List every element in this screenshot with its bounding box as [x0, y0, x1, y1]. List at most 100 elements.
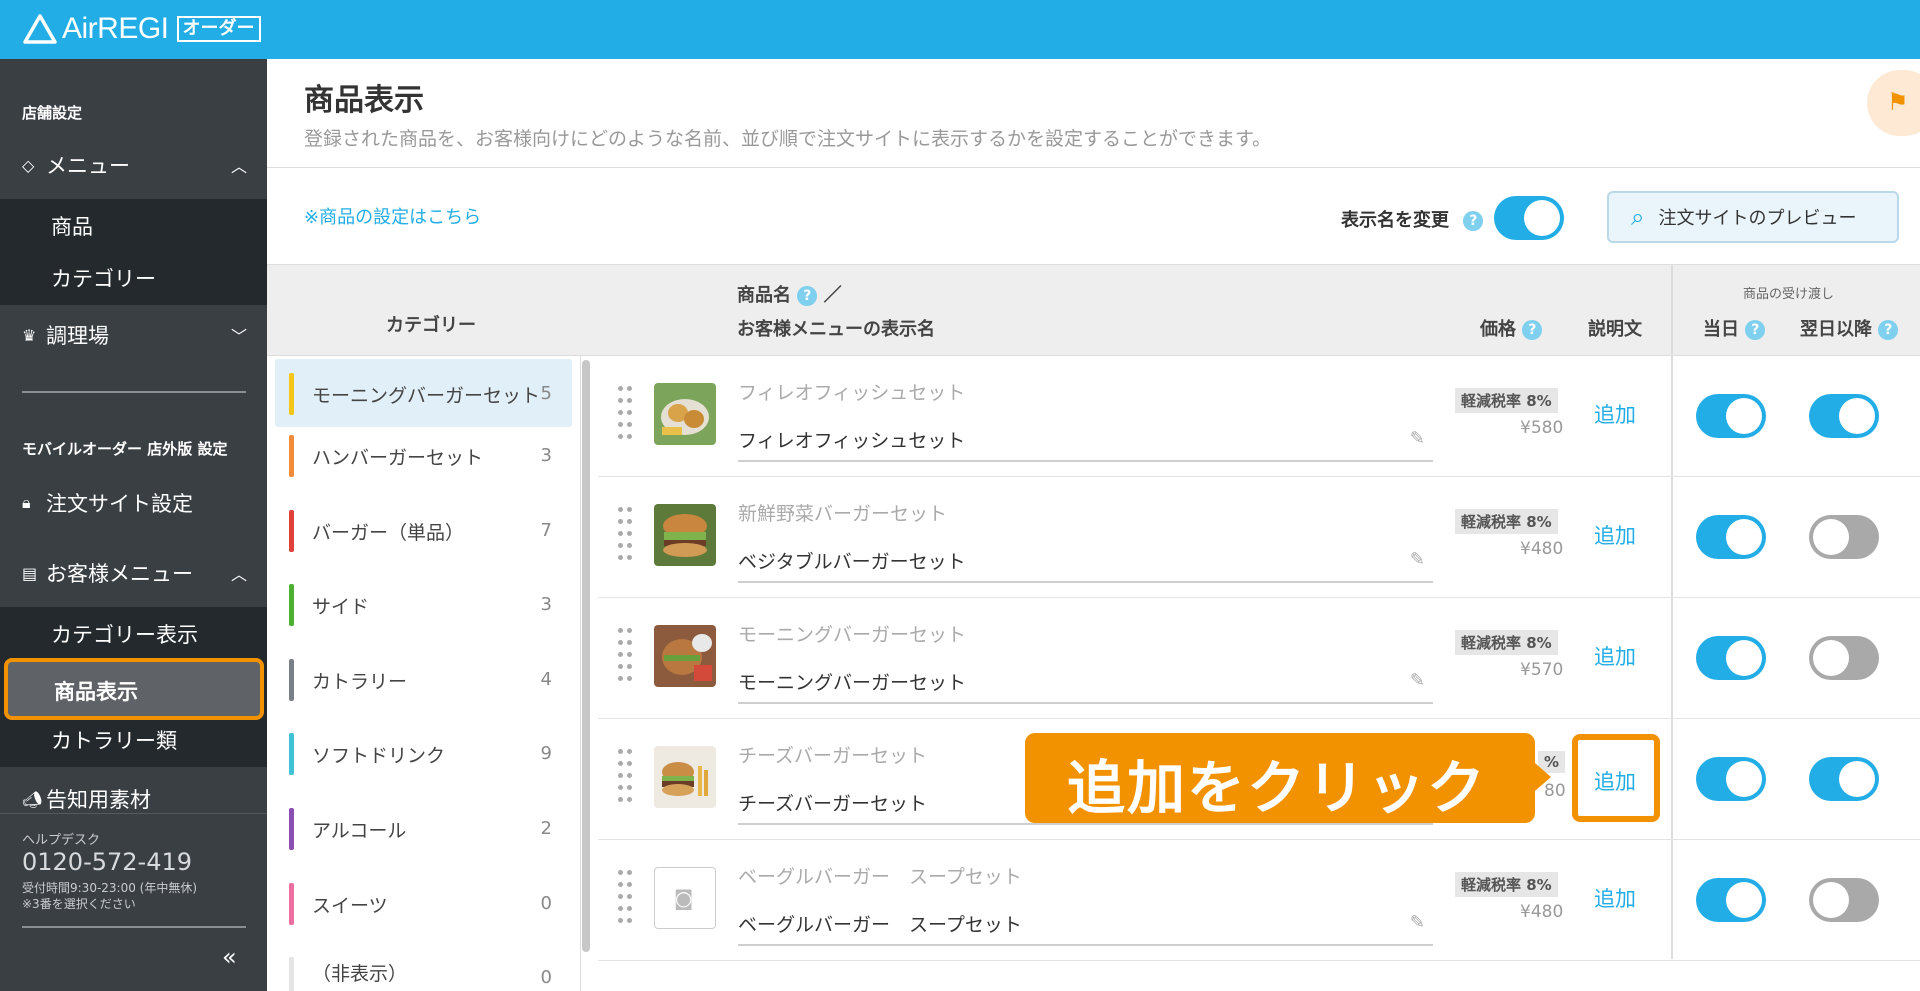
same-day-toggle[interactable]: [1696, 515, 1766, 559]
sidebar-item-cutlery[interactable]: カトラリー類: [51, 725, 177, 755]
next-day-toggle[interactable]: [1809, 636, 1879, 680]
price: ¥570: [1520, 660, 1564, 680]
drag-handle-icon[interactable]: [618, 870, 634, 926]
sidebar-item-label: 商品表示: [54, 680, 138, 704]
next-day-header-text: 翌日以降: [1800, 319, 1872, 340]
price: ¥580: [1520, 418, 1564, 438]
display-name-input[interactable]: モーニングバーガーセット ✎: [738, 668, 1433, 704]
category-item[interactable]: モーニングバーガーセット 5: [275, 359, 572, 427]
next-day-toggle[interactable]: [1809, 878, 1879, 922]
category-item[interactable]: カトラリー 4: [275, 645, 572, 713]
product-settings-link[interactable]: ※商品の設定はこちら: [304, 203, 481, 229]
category-item[interactable]: サイド 3: [275, 570, 572, 638]
category-count: 3: [540, 594, 552, 615]
megaphone-icon: 📣︎: [22, 789, 43, 809]
display-name-input[interactable]: ベジタブルバーガーセット ✎: [738, 547, 1433, 583]
callout-arrow: [1535, 763, 1551, 791]
category-name: （非表示）: [312, 963, 408, 985]
top-bar: AirREGI オーダー: [0, 0, 1920, 59]
category-color-bar: [289, 584, 294, 626]
help-icon[interactable]: ?: [1878, 320, 1899, 340]
category-item[interactable]: ソフトドリンク 9: [275, 719, 572, 787]
sidebar-item-order-site[interactable]: 🔒︎ 注文サイト設定: [22, 483, 247, 523]
category-name: ソフトドリンク: [312, 745, 446, 767]
category-color-bar: [289, 373, 294, 415]
drag-handle-icon[interactable]: [618, 749, 634, 805]
collapse-sidebar-icon[interactable]: «: [222, 943, 237, 971]
table-row: フィレオフィッシュセット フィレオフィッシュセット ✎ 軽減税率 8% ¥580…: [598, 356, 1920, 477]
add-description-link[interactable]: 追加: [1594, 641, 1636, 671]
tax-badge: 軽減税率 8%: [1455, 509, 1558, 534]
help-icon[interactable]: ?: [797, 286, 818, 306]
category-item[interactable]: （非表示） 0: [275, 943, 572, 991]
help-icon[interactable]: ?: [1745, 320, 1766, 340]
sidebar-item-product-display[interactable]: 商品表示: [4, 658, 264, 720]
tax-badge: 軽減税率 8%: [1455, 388, 1558, 413]
name-change-label: 表示名を変更 ?: [1341, 206, 1484, 232]
category-list: モーニングバーガーセット 5 ハンバーガーセット 3 バーガー（単品） 7 サイ…: [267, 356, 581, 991]
app-logo[interactable]: AirREGI オーダー: [22, 12, 261, 46]
sidebar-item-menu[interactable]: ◇ メニュー ︿: [22, 145, 247, 185]
sidebar: 店舗設定 ◇ メニュー ︿ 商品 カテゴリー ♛ 調理場 ﹀ モバイルオーダー …: [0, 59, 267, 991]
display-name-input[interactable]: ベーグルバーガー スープセット ✎: [738, 910, 1433, 946]
fish-burger-photo: [654, 383, 716, 445]
sidebar-item-products[interactable]: 商品: [51, 211, 93, 241]
add-description-link-highlighted[interactable]: 追加: [1572, 734, 1660, 822]
add-description-link[interactable]: 追加: [1594, 883, 1636, 913]
category-color-bar: [289, 659, 294, 701]
triangle-logo-icon: [23, 14, 57, 44]
sidebar-divider: [22, 391, 246, 393]
sidebar-item-categories[interactable]: カテゴリー: [51, 263, 156, 293]
column-header-same-day: 当日 ?: [1703, 315, 1766, 341]
category-item[interactable]: スイーツ 0: [275, 869, 572, 937]
drag-handle-icon[interactable]: [618, 628, 634, 684]
table-row: 新鮮野菜バーガーセット ベジタブルバーガーセット ✎ 軽減税率 8% ¥480 …: [598, 477, 1920, 598]
same-day-toggle[interactable]: [1696, 636, 1766, 680]
same-day-toggle[interactable]: [1696, 878, 1766, 922]
help-title: ヘルプデスク: [22, 833, 101, 848]
category-count: 2: [540, 818, 552, 839]
order-site-preview-button[interactable]: ⌕ 注文サイトのプレビュー: [1607, 191, 1899, 243]
next-day-toggle[interactable]: [1809, 757, 1879, 801]
category-item[interactable]: ハンバーガーセット 3: [275, 421, 572, 489]
category-item[interactable]: バーガー（単品） 7: [275, 496, 572, 564]
logo-badge: オーダー: [176, 16, 261, 42]
next-day-toggle[interactable]: [1809, 394, 1879, 438]
display-name-value: フィレオフィッシュセット: [738, 430, 966, 452]
product-image[interactable]: [654, 625, 716, 687]
flag-button[interactable]: ⚑: [1867, 70, 1920, 136]
category-name: モーニングバーガーセット: [312, 385, 541, 407]
sidebar-item-customer-menu[interactable]: ▤ お客様メニュー ︿: [22, 553, 247, 593]
product-image[interactable]: [654, 504, 716, 566]
add-description-link[interactable]: 追加: [1594, 399, 1636, 429]
same-day-toggle[interactable]: [1696, 394, 1766, 438]
chef-hat-icon: ♛: [22, 325, 37, 345]
help-icon[interactable]: ?: [1522, 320, 1543, 340]
product-image-placeholder[interactable]: ◙: [654, 867, 716, 929]
same-day-toggle[interactable]: [1696, 757, 1766, 801]
column-header-product-name: 商品名 ? ／: [737, 281, 842, 307]
help-icon[interactable]: ?: [1463, 211, 1484, 231]
drag-handle-icon[interactable]: [618, 507, 634, 563]
preview-button-label: 注文サイトのプレビュー: [1658, 208, 1857, 229]
sidebar-item-kitchen[interactable]: ♛ 調理場 ﹀: [22, 315, 247, 355]
same-day-header-text: 当日: [1703, 319, 1739, 340]
category-scrollbar[interactable]: [582, 360, 590, 952]
product-image[interactable]: [654, 383, 716, 445]
product-image[interactable]: [654, 746, 716, 808]
add-link-label: 追加: [1594, 770, 1636, 794]
display-name-input[interactable]: フィレオフィッシュセット ✎: [738, 426, 1433, 462]
column-group-delivery: 商品の受け渡し: [1743, 287, 1835, 302]
add-description-link[interactable]: 追加: [1594, 520, 1636, 550]
sidebar-item-label: 告知用素材: [46, 788, 151, 812]
sidebar-item-category-display[interactable]: カテゴリー表示: [51, 619, 198, 649]
next-day-toggle[interactable]: [1809, 515, 1879, 559]
column-header-description: 説明文: [1588, 319, 1642, 340]
header-slash: ／: [823, 285, 842, 306]
drag-handle-icon[interactable]: [618, 386, 634, 442]
name-change-toggle[interactable]: [1494, 196, 1564, 240]
category-item[interactable]: アルコール 2: [275, 794, 572, 862]
section-store-settings: 店舗設定: [22, 104, 83, 122]
clipboard-icon: ▤: [22, 563, 38, 583]
category-count: 0: [540, 967, 552, 988]
